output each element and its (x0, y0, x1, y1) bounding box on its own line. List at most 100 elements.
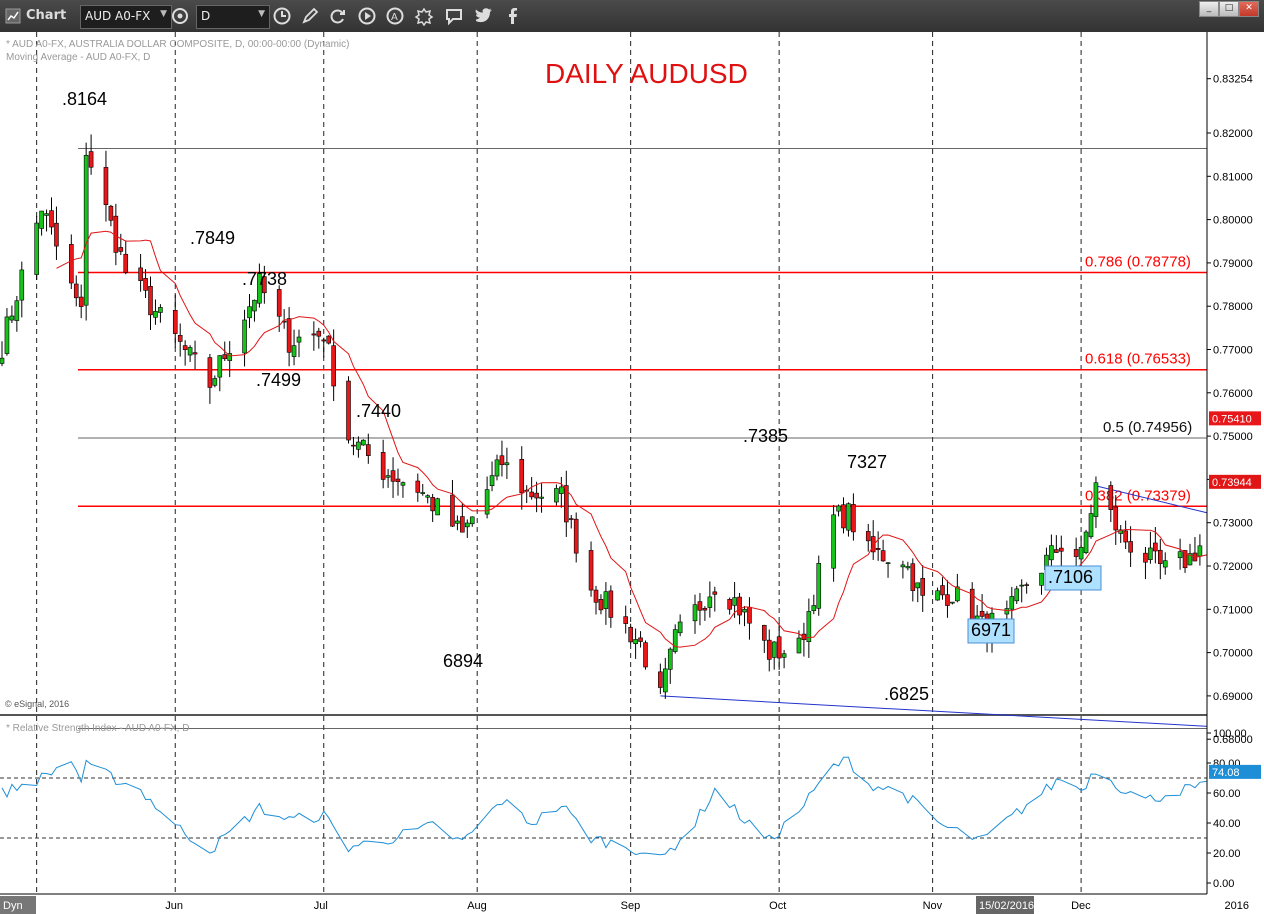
facebook-icon[interactable] (503, 6, 523, 26)
candle-up (742, 608, 747, 613)
candle-up (677, 621, 683, 634)
candle-down (73, 283, 79, 299)
candle-up (811, 605, 817, 611)
candle-up (846, 503, 851, 531)
y-tick-label: 0.70000 (1213, 648, 1253, 660)
candle-down (979, 611, 985, 617)
candle-up (796, 637, 802, 654)
candle-down (776, 636, 782, 659)
settings-icon[interactable] (414, 6, 434, 26)
chevron-down-icon[interactable]: ▼ (160, 9, 167, 19)
clock-icon[interactable] (272, 6, 292, 26)
annotation-label: .7499 (256, 370, 301, 390)
ma-value-tag: 0.73944 (1212, 477, 1252, 489)
candle-down (593, 589, 599, 603)
candle-down (88, 151, 94, 168)
svg-text:A: A (391, 12, 398, 23)
candle-up (950, 601, 955, 604)
annotate-icon[interactable]: A (385, 6, 405, 26)
candle-up (1148, 547, 1153, 560)
rsi-value-tag: 74.08 (1212, 767, 1240, 779)
candle-up (187, 347, 193, 356)
candle-up (633, 639, 638, 645)
candle-down (519, 459, 525, 494)
candle-down (1158, 549, 1163, 564)
y-tick-label: 0.79000 (1213, 258, 1253, 270)
candle-down (192, 352, 198, 355)
candle-up (662, 668, 668, 693)
x-tick-label: Aug (467, 900, 487, 912)
candle-up (1088, 513, 1094, 538)
y-axis-background (1207, 32, 1264, 914)
candle-up (9, 315, 15, 321)
annotation-label: .7849 (190, 228, 235, 248)
candle-down (841, 504, 846, 529)
candle-down (1108, 485, 1114, 510)
candle-up (212, 378, 218, 386)
level-label: 0.618 (0.76533) (1085, 351, 1191, 368)
candle-up (1078, 546, 1084, 560)
candle-up (425, 495, 431, 498)
candle-up (1049, 545, 1054, 561)
candle-down (326, 335, 332, 344)
y-tick-label: 0.75000 (1213, 431, 1253, 443)
candle-down (321, 339, 327, 342)
candle-down (365, 444, 371, 456)
candle-up (831, 514, 836, 569)
interval-input[interactable]: D ▼ (196, 5, 270, 29)
candle-up (1162, 560, 1168, 568)
candle-up (158, 307, 163, 313)
candle-down (945, 594, 950, 606)
candle-down (747, 606, 752, 624)
annotation-label: 7327 (847, 452, 887, 472)
x-tick-label: Dec (1071, 900, 1091, 912)
candle-down (598, 599, 604, 611)
candle-down (712, 591, 718, 595)
candle-up (83, 154, 89, 306)
candle-up (455, 520, 460, 524)
candle-down (390, 470, 396, 482)
restore-button[interactable]: □ (1219, 1, 1239, 17)
candle-up (554, 488, 559, 503)
close-button[interactable]: ✕ (1239, 1, 1259, 17)
minimize-button[interactable]: _ (1199, 1, 1219, 17)
candle-up (559, 486, 564, 494)
rsi-y-tick-label: 100.00 (1213, 728, 1247, 740)
chevron-down-icon[interactable]: ▼ (258, 9, 265, 19)
candle-down (534, 492, 539, 499)
candle-down (1059, 547, 1064, 552)
candle-down (1054, 549, 1059, 553)
y-tick-label: 0.83254 (1213, 74, 1253, 86)
candle-down (460, 516, 465, 533)
refresh-icon[interactable] (328, 6, 348, 26)
chart-area[interactable]: 0.786 (0.78778) 0.618 (0.76533) 0.5 (0.749… (0, 32, 1264, 914)
link-icon[interactable] (170, 6, 190, 26)
candle-up (14, 300, 20, 321)
candle-up (252, 299, 257, 312)
date-tag: 15/02/2016 (979, 900, 1034, 912)
y-tick-label: 0.71000 (1213, 604, 1253, 616)
pencil-icon[interactable] (300, 6, 320, 26)
candle-down (450, 494, 455, 527)
dyn-label: Dyn (3, 900, 23, 912)
candle-up (1039, 572, 1044, 586)
candle-down (222, 354, 228, 360)
candle-down (697, 601, 703, 611)
play-icon[interactable] (357, 6, 377, 26)
candle-up (732, 597, 737, 606)
annotation-label: 6894 (443, 651, 483, 671)
y-tick-label: 0.76000 (1213, 388, 1253, 400)
candle-down (910, 563, 916, 591)
candle-up (771, 641, 777, 658)
symbol-input[interactable]: AUD A0-FX ▼ (80, 5, 172, 29)
twitter-icon[interactable] (474, 6, 494, 26)
rsi-y-tick-label: 0.00 (1213, 878, 1234, 890)
comment-icon[interactable] (444, 6, 464, 26)
candle-down (331, 345, 336, 387)
annotation-label: .8164 (62, 89, 107, 109)
x-tick-label: Jul (314, 900, 328, 912)
candle-up (692, 604, 698, 622)
candle-up (356, 441, 361, 450)
candle-up (900, 564, 906, 568)
candle-down (118, 247, 124, 252)
